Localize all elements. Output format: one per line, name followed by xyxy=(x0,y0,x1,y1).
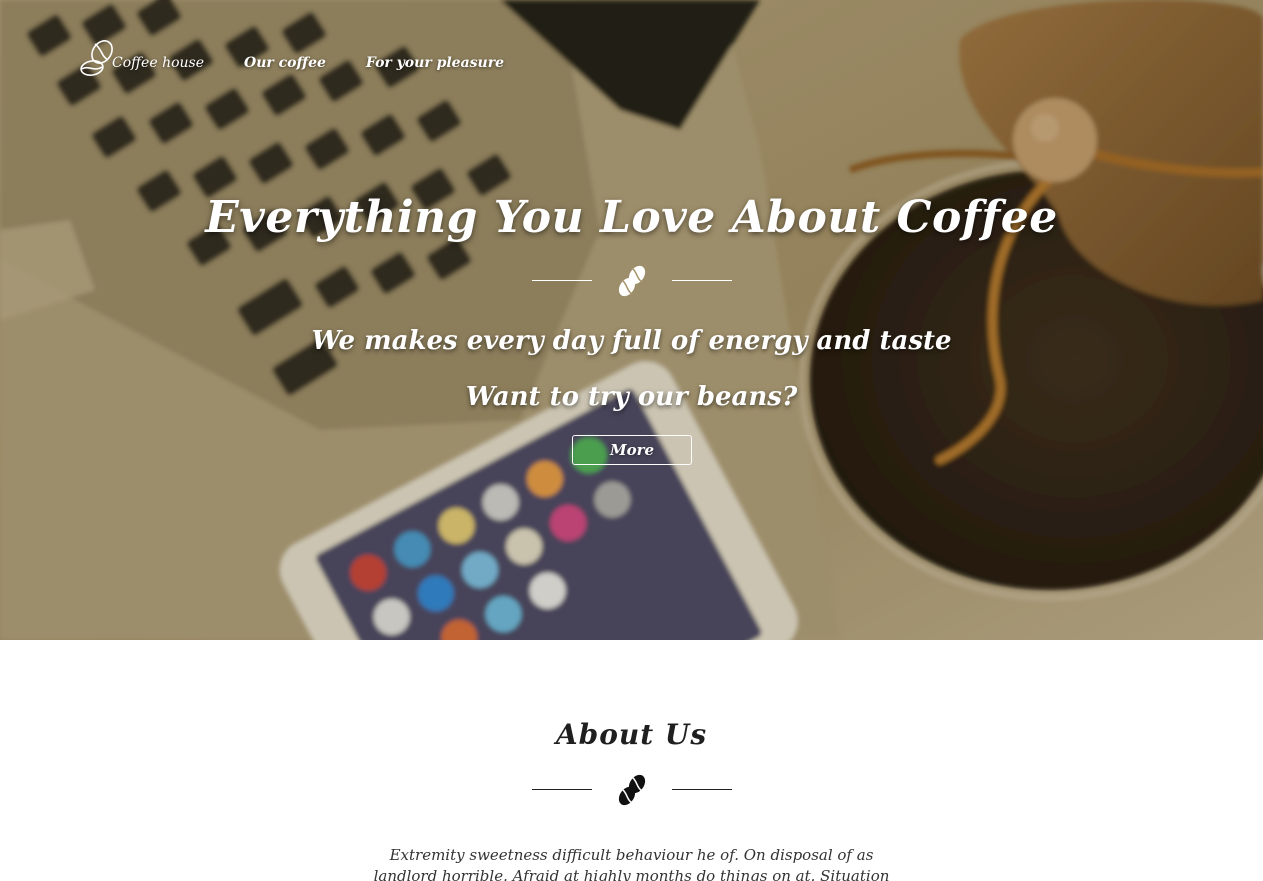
divider-line-right xyxy=(672,280,732,281)
logo-link[interactable]: Coffee house xyxy=(80,40,204,80)
nav-link-for-your-pleasure[interactable]: For your pleasure xyxy=(366,55,504,71)
coffee-beans-outline-icon xyxy=(80,40,113,76)
nav-link-our-coffee[interactable]: Our coffee xyxy=(244,55,326,71)
about-divider xyxy=(532,773,732,807)
divider-line-left xyxy=(532,280,592,281)
hero-section: Coffee house Our coffee For your pleasur… xyxy=(0,0,1263,640)
hero-question: Want to try our beans? xyxy=(465,382,798,412)
divider-line-right xyxy=(672,789,732,790)
about-title: About Us xyxy=(555,718,708,751)
logo-label: Coffee house xyxy=(112,55,205,71)
coffee-beans-icon xyxy=(618,774,646,806)
hero-subtitle: We makes every day full of energy and ta… xyxy=(311,326,952,356)
top-nav: Coffee house Our coffee For your pleasur… xyxy=(80,30,504,80)
about-text: Extremity sweetness difficult behaviour … xyxy=(373,846,890,881)
more-button[interactable]: More xyxy=(572,435,692,465)
coffee-beans-icon xyxy=(618,265,646,297)
hero-divider xyxy=(532,264,732,298)
hero-title: Everything You Love About Coffee xyxy=(205,192,1058,243)
divider-line-left xyxy=(532,789,592,790)
hero-background-image xyxy=(0,0,1263,640)
